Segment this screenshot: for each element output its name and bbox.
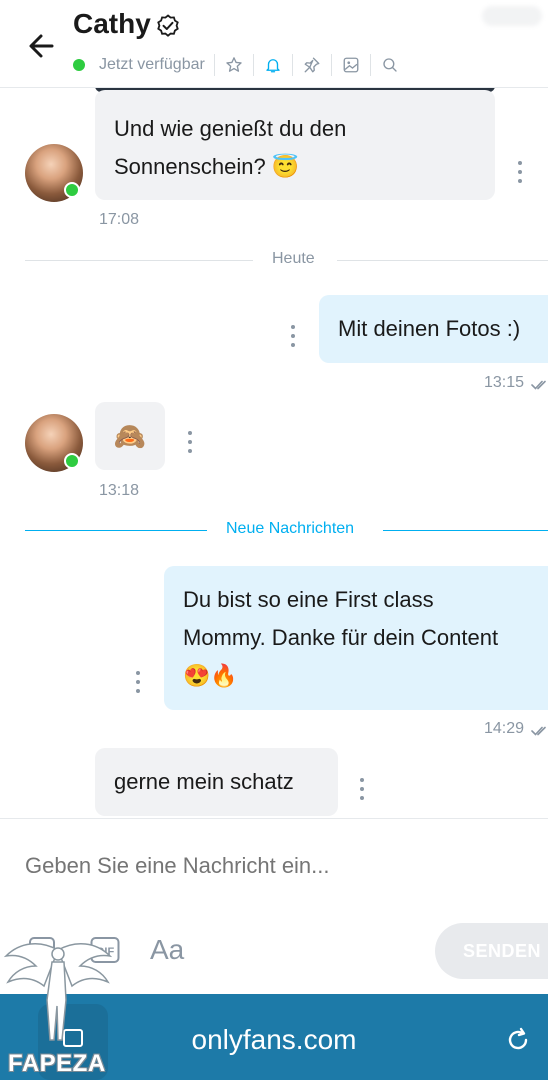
star-icon[interactable]	[224, 55, 244, 75]
more-options-icon[interactable]	[516, 161, 524, 183]
pin-icon[interactable]	[302, 55, 322, 75]
message-text-line: Und wie genießt du den	[114, 116, 347, 141]
message-time: 13:18	[99, 482, 140, 499]
online-indicator	[73, 59, 85, 71]
verified-badge-icon	[157, 14, 179, 37]
bell-icon[interactable]	[263, 55, 283, 75]
outgoing-message[interactable]: Du bist so eine First class Mommy. Danke…	[164, 566, 548, 710]
online-indicator	[64, 453, 80, 469]
message-emoji: 🙈	[113, 421, 147, 451]
message-text: Mit deinen Fotos :)	[338, 316, 521, 341]
blurred-status-area	[482, 6, 542, 26]
more-options-icon[interactable]	[186, 431, 194, 453]
message-time: 17:08	[99, 211, 140, 228]
contact-name[interactable]: Cathy	[73, 8, 151, 40]
read-receipt-icon	[531, 726, 546, 736]
search-icon[interactable]	[380, 55, 400, 75]
message-list[interactable]: Und wie genießt du den Sonnenschein? 😇 1…	[0, 88, 548, 818]
more-options-icon[interactable]	[134, 671, 142, 693]
message-text-line: 😍🔥	[183, 663, 238, 688]
incoming-message[interactable]: Und wie genießt du den Sonnenschein? 😇	[95, 90, 495, 200]
message-text-line: Mommy. Danke für dein Content	[183, 625, 499, 650]
new-messages-label: Neue Nachrichten	[226, 520, 355, 537]
read-receipt-icon	[531, 380, 546, 390]
divider-line	[25, 260, 253, 261]
online-indicator	[64, 182, 80, 198]
chat-header: Cathy Jetzt verfügbar	[0, 0, 548, 88]
reload-icon[interactable]	[504, 1026, 532, 1054]
message-time: 13:15	[484, 374, 525, 391]
back-arrow-icon[interactable]	[22, 26, 62, 66]
more-options-icon[interactable]	[289, 325, 297, 347]
status-toolbar: Jetzt verfügbar	[73, 54, 400, 76]
divider	[252, 54, 254, 76]
outgoing-message[interactable]: Mit deinen Fotos :)	[319, 295, 548, 363]
divider	[369, 54, 371, 76]
divider	[213, 54, 215, 76]
divider-line	[383, 530, 548, 531]
more-options-icon[interactable]	[358, 778, 366, 800]
send-button[interactable]: SENDEN	[435, 923, 548, 979]
watermark-text: FAPEZA	[8, 1050, 106, 1077]
message-text: gerne mein schatz	[114, 769, 294, 794]
image-icon[interactable]	[341, 55, 361, 75]
availability-status: Jetzt verfügbar	[99, 56, 205, 73]
incoming-message[interactable]: gerne mein schatz	[95, 748, 338, 816]
message-time: 14:29	[484, 720, 525, 737]
divider-line	[25, 530, 207, 531]
message-text-line: Du bist so eine First class	[183, 587, 434, 612]
message-text-line: Sonnenschein? 😇	[114, 154, 300, 179]
message-input[interactable]	[25, 849, 505, 883]
divider-line	[337, 260, 548, 261]
divider	[291, 54, 293, 76]
incoming-message[interactable]: 🙈	[95, 402, 165, 470]
date-divider-label: Heute	[272, 250, 315, 267]
text-format-button[interactable]: Aa	[150, 933, 184, 967]
divider	[330, 54, 332, 76]
